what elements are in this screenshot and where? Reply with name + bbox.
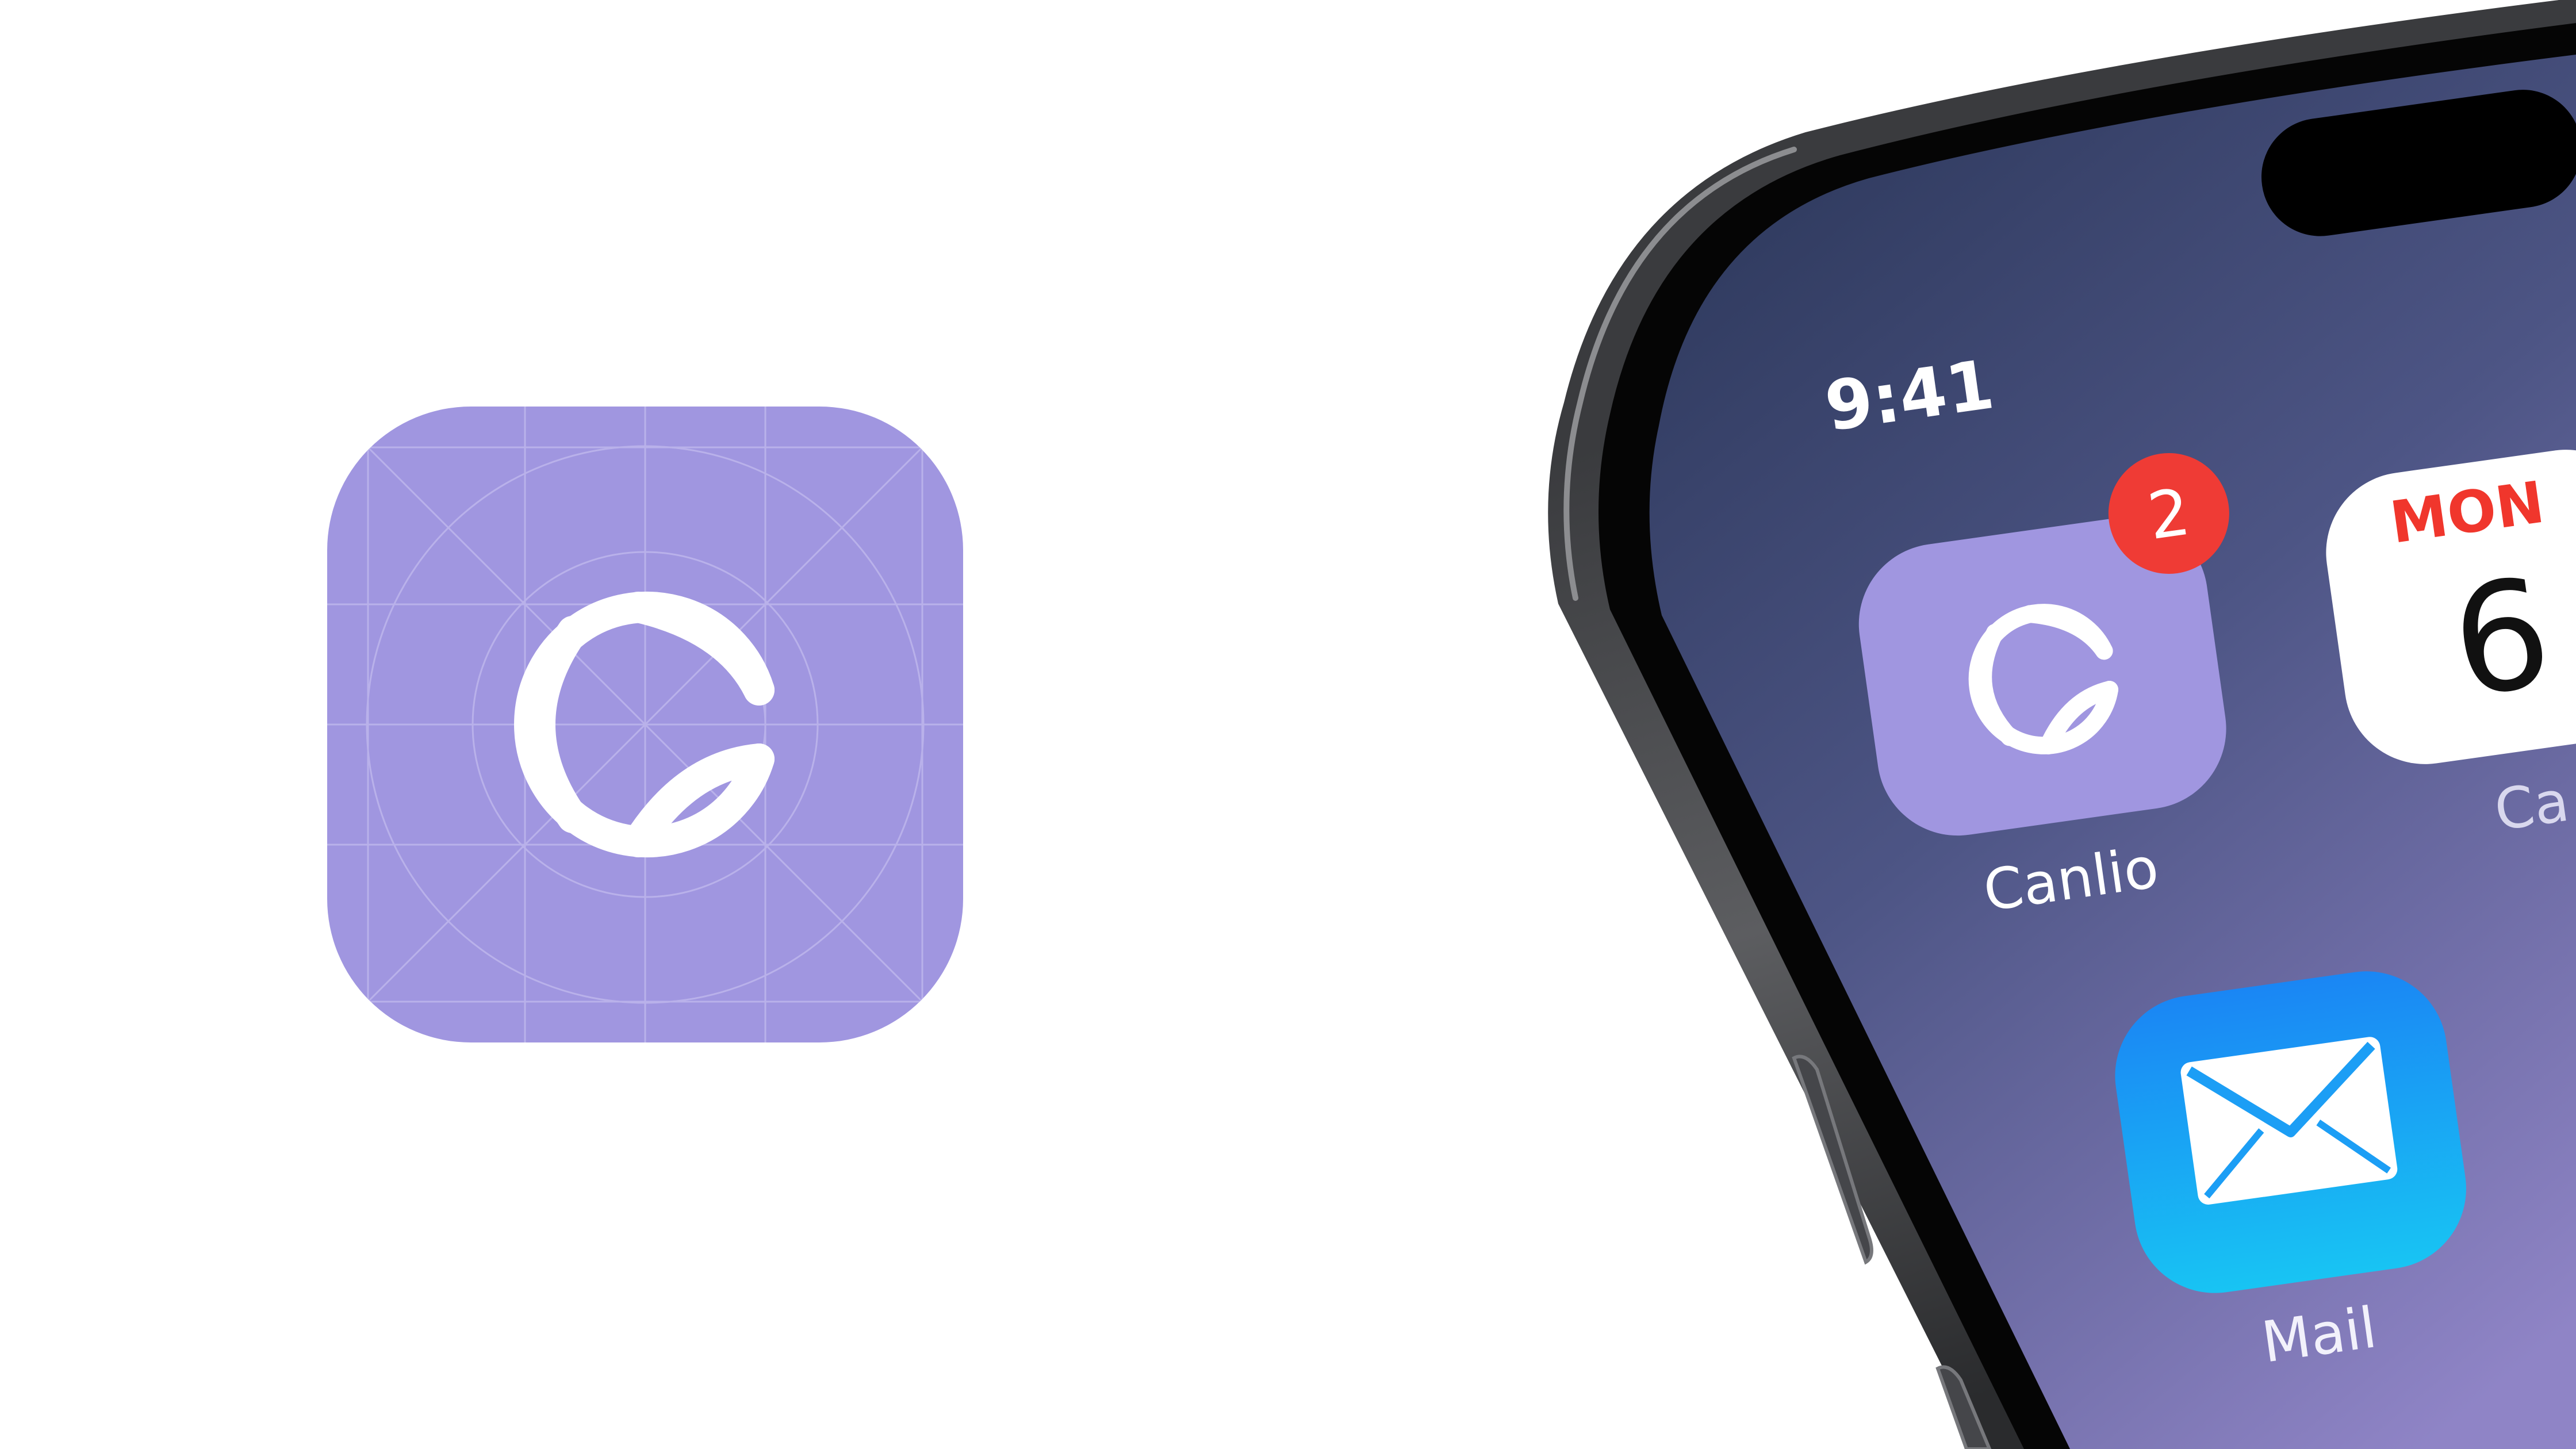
calendar-app-label: Ca — [2491, 769, 2573, 844]
app-icon-showcase — [327, 407, 963, 1042]
stage: 9:41 2 Canlio MON 6 Ca Mail — [327, 0, 2576, 1449]
icon-construction-grid — [327, 407, 963, 1042]
mail-envelope-icon — [2180, 1037, 2398, 1205]
